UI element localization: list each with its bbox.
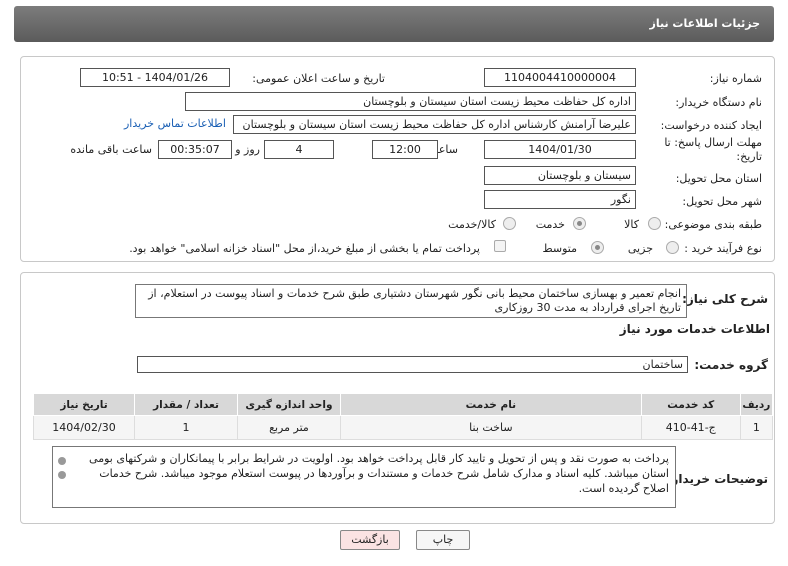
buyer-org-label: نام دستگاه خریدار:	[675, 96, 762, 109]
back-button[interactable]: بازگشت	[340, 530, 400, 550]
day-and-label: روز و	[235, 143, 260, 156]
col-service-code: کد خدمت	[640, 393, 741, 416]
col-need-date: تاریخ نیاز	[33, 393, 135, 416]
cell-need-date: 1404/02/30	[33, 415, 135, 440]
deadline-label: مهلت ارسال پاسخ: تا تاریخ:	[664, 136, 762, 163]
scroll-up-icon[interactable]	[58, 457, 66, 465]
services-table-header: ردیف کد خدمت نام خدمت واحد اندازه گیری ت…	[33, 393, 774, 416]
requester-field: علیرضا آرامنش کارشناس اداره کل حفاظت محی…	[233, 115, 636, 134]
need-number-label: شماره نیاز:	[709, 72, 762, 85]
col-quantity: تعداد / مقدار	[134, 393, 238, 416]
remaining-time-field: 00:35:07	[158, 140, 232, 159]
remaining-label: ساعت باقی مانده	[70, 143, 152, 156]
need-number-field: 1104004410000004	[484, 68, 636, 87]
process-minor-label: جزیی	[627, 242, 653, 255]
buyer-notes-label: توضیحات خریدار:	[666, 472, 768, 486]
category-goods-radio[interactable]	[648, 217, 661, 230]
deadline-date-field: 1404/01/30	[484, 140, 636, 159]
buyer-notes-text: پرداخت به صورت نقد و پس از تحویل و تایید…	[89, 452, 669, 495]
category-service-radio[interactable]	[573, 217, 586, 230]
col-service-name: نام خدمت	[339, 393, 642, 416]
table-row: 1 ج-41-410 ساخت بنا متر مربع 1 1404/02/3…	[33, 415, 774, 440]
process-medium-radio[interactable]	[591, 241, 604, 254]
category-service-label: خدمت	[535, 218, 565, 231]
cell-service-name: ساخت بنا	[339, 415, 642, 440]
page-header: جزئیات اطلاعات نیاز	[14, 6, 774, 42]
category-label: طبقه بندی موضوعی:	[664, 218, 762, 231]
cell-quantity: 1	[134, 415, 238, 440]
days-field: 4	[264, 140, 334, 159]
delivery-city-label: شهر محل تحویل:	[682, 195, 762, 208]
process-medium-label: متوسط	[542, 242, 577, 255]
buyer-notes-box: پرداخت به صورت نقد و پس از تحویل و تایید…	[52, 446, 676, 508]
col-row: ردیف	[739, 393, 774, 416]
notes-scrollbar[interactable]	[55, 449, 69, 505]
scroll-thumb-icon[interactable]	[58, 471, 66, 479]
print-button[interactable]: چاپ	[416, 530, 470, 550]
service-group-field: ساختمان	[137, 356, 688, 373]
page-title: جزئیات اطلاعات نیاز	[649, 17, 761, 30]
treasury-payment-note: پرداخت تمام یا بخشی از مبلغ خرید،از محل …	[129, 242, 480, 255]
deadline-time-field: 12:00	[372, 140, 438, 159]
cell-service-code: ج-41-410	[640, 415, 741, 440]
process-type-label: نوع فرآیند خرید :	[684, 242, 762, 255]
announce-datetime-field: 1404/01/26 - 10:51	[80, 68, 230, 87]
general-desc-box: انجام تعمیر و بهسازی ساختمان محیط بانی ن…	[135, 284, 687, 318]
requester-label: ایجاد کننده درخواست:	[660, 119, 762, 132]
buyer-org-field: اداره کل حفاظت محیط زیست استان سیستان و …	[185, 92, 636, 111]
cell-unit: متر مربع	[236, 415, 341, 440]
delivery-province-label: استان محل تحویل:	[675, 172, 762, 185]
cell-row: 1	[739, 415, 774, 440]
treasury-payment-checkbox[interactable]	[494, 240, 506, 252]
service-info-heading: اطلاعات خدمات مورد نیاز	[619, 322, 770, 336]
delivery-province-field: سیستان و بلوچستان	[484, 166, 636, 185]
delivery-city-field: نگور	[484, 190, 636, 209]
service-group-label: گروه خدمت:	[694, 358, 768, 372]
buyer-contact-link[interactable]: اطلاعات تماس خریدار	[124, 117, 226, 130]
process-minor-radio[interactable]	[666, 241, 679, 254]
category-goods-label: کالا	[624, 218, 639, 231]
general-desc-label: شرح کلی نیاز:	[682, 292, 768, 306]
category-goods-service-radio[interactable]	[503, 217, 516, 230]
services-table: ردیف کد خدمت نام خدمت واحد اندازه گیری ت…	[33, 393, 774, 440]
category-goods-service-label: کالا/خدمت	[448, 218, 496, 231]
col-unit: واحد اندازه گیری	[236, 393, 341, 416]
announce-datetime-label: تاریخ و ساعت اعلان عمومی:	[252, 72, 385, 85]
